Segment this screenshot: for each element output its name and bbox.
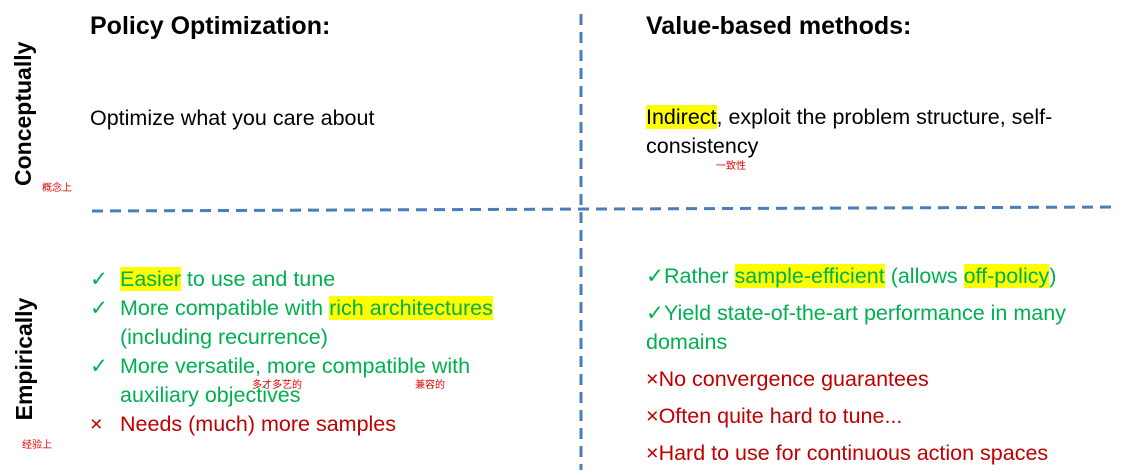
list-item: ✓Rather sample-efficient (allows off-pol… (646, 262, 1126, 291)
cross-icon: × (646, 367, 659, 391)
check-icon: ✓ (90, 296, 109, 320)
policy-optimization-title: Policy Optimization: (90, 12, 331, 40)
list-item: ×No convergence guarantees (646, 365, 1126, 394)
note-self-consistency: 一致性 (716, 161, 746, 172)
item-text: Rather (664, 264, 735, 288)
list-item: ✓ Easier to use and tune (90, 265, 545, 294)
highlight-sample-efficient: sample-efficient (734, 264, 885, 288)
check-icon: ✓ (90, 267, 109, 291)
policy-concept-text: Optimize what you care about (90, 106, 375, 130)
highlight-indirect: Indirect (646, 105, 717, 129)
note-conceptually: 概念上 (42, 183, 72, 194)
cross-icon: × (90, 412, 103, 436)
item-text: to use and tune (180, 267, 336, 291)
item-text: (allows (884, 264, 964, 288)
policy-empirical-list: ✓ Easier to use and tune ✓ More compatib… (90, 265, 545, 439)
check-icon: ✓ (646, 301, 665, 325)
list-item: ✓ More compatible with rich architecture… (90, 294, 545, 352)
note-empirically: 经验上 (22, 440, 52, 451)
item-text: Often quite hard to tune... (658, 404, 903, 428)
highlight-off-policy: off-policy (963, 264, 1050, 288)
note-compatible: 兼容的 (415, 380, 445, 391)
value-concept-text: Indirect, exploit the problem structure,… (646, 103, 1116, 161)
item-text: (including recurrence) (120, 325, 328, 349)
list-item: × Needs (much) more samples (90, 410, 545, 439)
item-text: ) (1049, 264, 1057, 288)
cross-icon: × (646, 404, 659, 428)
highlight-rich-architectures: rich architectures (329, 296, 493, 320)
note-versatile: 多才多艺的 (252, 380, 302, 391)
list-item: ×Hard to use for continuous action space… (646, 439, 1126, 468)
row-label-conceptually: Conceptually (10, 41, 36, 186)
value-empirical-list: ✓Rather sample-efficient (allows off-pol… (646, 262, 1126, 476)
list-item: ✓ More versatile, more compatible with a… (90, 352, 545, 410)
cross-icon: × (646, 441, 659, 465)
horizontal-divider (91, 205, 1119, 213)
value-based-title: Value-based methods: (646, 12, 912, 40)
item-text: No convergence guarantees (658, 367, 929, 391)
check-icon: ✓ (90, 354, 109, 378)
item-text: More compatible with (120, 296, 330, 320)
check-icon: ✓ (646, 264, 665, 288)
list-item: ×Often quite hard to tune... (646, 402, 1126, 431)
list-item: ✓Yield state-of-the-art performance in m… (646, 299, 1126, 357)
item-text: Yield state-of-the-art performance in ma… (646, 301, 1066, 354)
item-text: Needs (much) more samples (120, 412, 397, 436)
item-text: Hard to use for continuous action spaces (658, 441, 1049, 465)
row-label-empirically: Empirically (11, 297, 37, 421)
highlight-easier: Easier (120, 267, 181, 291)
